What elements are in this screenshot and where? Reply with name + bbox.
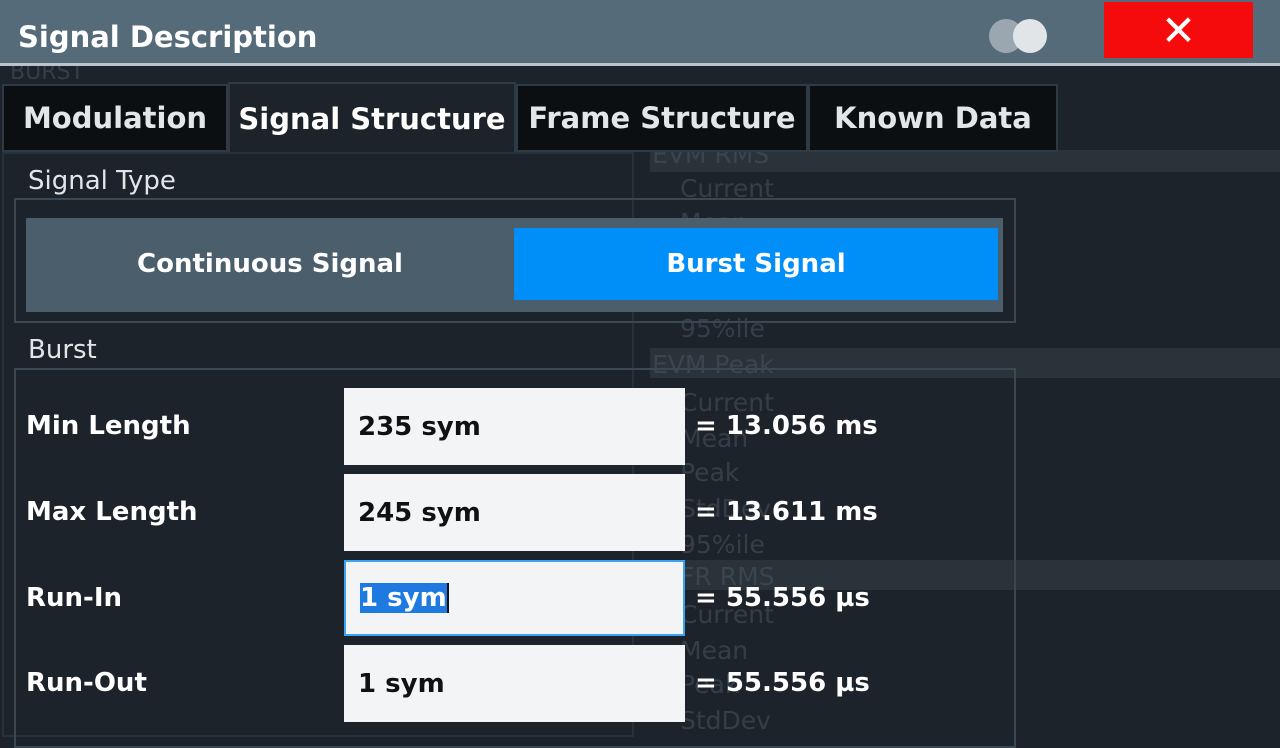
- run-in-value: 1 sym: [360, 583, 447, 613]
- overlay-toggle-icon[interactable]: [986, 16, 1052, 56]
- dialog-title: Signal Description: [18, 20, 318, 54]
- run-out-label: Run-Out: [26, 668, 147, 698]
- max-length-input[interactable]: 245 sym: [344, 474, 685, 551]
- run-out-value: 1 sym: [358, 668, 445, 699]
- tab-signal-structure[interactable]: Signal Structure: [228, 82, 516, 154]
- min-length-value: 235 sym: [358, 411, 481, 442]
- signal-type-label: Signal Type: [28, 166, 176, 196]
- run-out-input[interactable]: 1 sym: [344, 645, 685, 722]
- run-in-label: Run-In: [26, 583, 123, 613]
- min-length-result: = 13.056 ms: [695, 411, 878, 441]
- run-out-result: = 55.556 µs: [695, 668, 870, 698]
- max-length-value: 245 sym: [358, 497, 481, 528]
- max-length-label: Max Length: [26, 497, 198, 527]
- tab-known-data[interactable]: Known Data: [808, 84, 1058, 152]
- close-button[interactable]: ✕: [1104, 2, 1253, 58]
- text-cursor: [446, 583, 449, 613]
- min-length-label: Min Length: [26, 411, 191, 441]
- burst-signal-button[interactable]: Burst Signal: [514, 228, 998, 300]
- min-length-input[interactable]: 235 sym: [344, 388, 685, 465]
- tab-modulation[interactable]: Modulation: [2, 84, 228, 152]
- max-length-result: = 13.611 ms: [695, 497, 878, 527]
- run-in-result: = 55.556 µs: [695, 583, 870, 613]
- continuous-signal-button[interactable]: Continuous Signal: [26, 228, 514, 300]
- tab-frame-structure[interactable]: Frame Structure: [516, 84, 808, 152]
- run-in-input[interactable]: 1 sym: [344, 560, 685, 636]
- burst-label: Burst: [28, 335, 97, 365]
